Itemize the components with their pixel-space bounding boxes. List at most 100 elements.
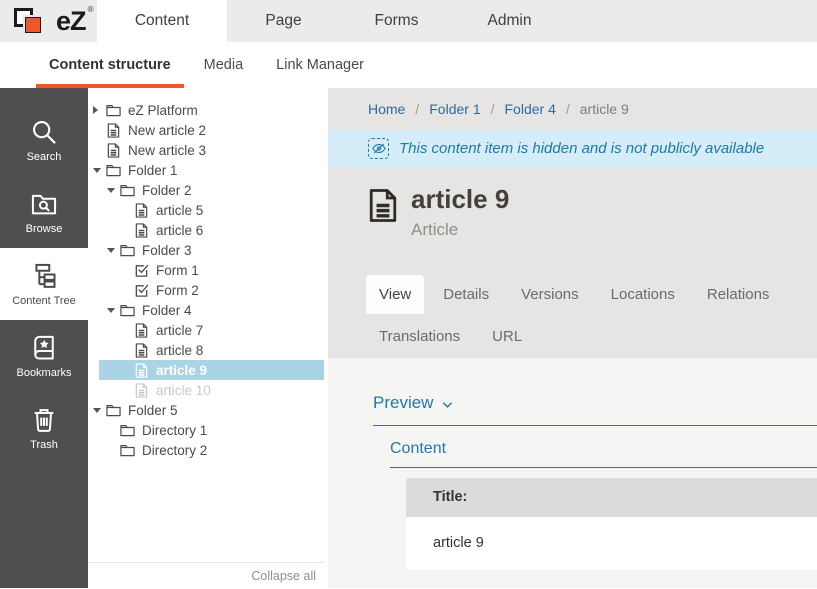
- tab-view[interactable]: View: [366, 275, 424, 314]
- sidebar-item-bookmarks[interactable]: Bookmarks: [0, 320, 88, 392]
- folder-icon: [120, 423, 135, 438]
- field-row: Title: article 9: [406, 478, 817, 570]
- tab-relations[interactable]: Relations: [694, 275, 783, 314]
- tree-item-new-article-2[interactable]: New article 2: [88, 120, 324, 140]
- ez-logo-icon: [14, 5, 50, 37]
- tree-toggle-icon[interactable]: [93, 106, 106, 114]
- tree-toggle-icon[interactable]: [93, 408, 106, 413]
- content-tree-panel: eZ Platform New article 2 New article 3 …: [88, 88, 324, 588]
- top-nav: Content Page Forms Admin: [97, 0, 817, 42]
- page-title: article 9: [411, 185, 509, 213]
- sidebar-item-label: Bookmarks: [16, 367, 71, 379]
- sidebar-item-trash[interactable]: Trash: [0, 392, 88, 464]
- article-icon: [134, 363, 149, 378]
- tree-item-label: New article 3: [128, 143, 206, 158]
- tree-item-article-6[interactable]: article 6: [88, 220, 324, 240]
- search-icon: [30, 118, 58, 146]
- sidebar-item-label: Search: [27, 151, 62, 163]
- trademark-symbol: ®: [88, 5, 93, 14]
- tree-toggle-icon[interactable]: [107, 308, 120, 313]
- sidebar-item-label: Browse: [26, 223, 63, 235]
- tree-item-article-7[interactable]: article 7: [88, 320, 324, 340]
- top-nav-tab-page[interactable]: Page: [227, 0, 340, 42]
- tree-item-label: Form 2: [156, 283, 199, 298]
- tab-versions[interactable]: Versions: [508, 275, 592, 314]
- sidebar-item-label: Content Tree: [12, 295, 76, 307]
- tree-item-form-2[interactable]: Form 2: [88, 280, 324, 300]
- article-icon: [134, 383, 149, 398]
- tree-toggle-icon[interactable]: [93, 168, 106, 173]
- tree-item-article-5[interactable]: article 5: [88, 200, 324, 220]
- sidebar-item-browse[interactable]: Browse: [0, 176, 88, 248]
- sidebar-item-content-tree[interactable]: Content Tree: [0, 248, 88, 320]
- subnav-item-link-manager[interactable]: Link Manager: [263, 42, 377, 88]
- tab-details[interactable]: Details: [430, 275, 502, 314]
- tree-toggle-icon[interactable]: [107, 188, 120, 193]
- sidebar-item-search[interactable]: Search: [0, 104, 88, 176]
- tree-item-label: article 9: [156, 363, 207, 378]
- tree-item-label: Folder 1: [128, 163, 178, 178]
- tree-item-label: article 8: [156, 343, 203, 358]
- tree-item-label: New article 2: [128, 123, 206, 138]
- tree-item-article-8[interactable]: article 8: [88, 340, 324, 360]
- tab-translations[interactable]: Translations: [366, 317, 473, 356]
- top-nav-tab-forms[interactable]: Forms: [340, 0, 453, 42]
- subnav-item-label: Media: [204, 57, 244, 73]
- breadcrumb-item-home[interactable]: Home: [368, 101, 405, 117]
- article-icon: [134, 203, 149, 218]
- tree-item-folder-4[interactable]: Folder 4: [88, 300, 324, 320]
- preview-divider: [373, 425, 817, 426]
- tab-locations[interactable]: Locations: [598, 275, 688, 314]
- tree-item-folder-1[interactable]: Folder 1: [88, 160, 324, 180]
- breadcrumb-item-folder-1[interactable]: Folder 1: [429, 101, 480, 117]
- tree-item-new-article-3[interactable]: New article 3: [88, 140, 324, 160]
- field-table: Title: article 9: [406, 478, 817, 570]
- tree-item-article-10[interactable]: article 10: [88, 380, 324, 400]
- breadcrumb-separator: /: [491, 101, 495, 117]
- article-icon: [368, 187, 398, 224]
- collapse-all-button[interactable]: Collapse all: [88, 562, 324, 588]
- tree-item-folder-5[interactable]: Folder 5: [88, 400, 324, 420]
- top-nav-tab-content[interactable]: Content: [97, 0, 227, 42]
- subnav-item-label: Content structure: [49, 57, 171, 73]
- breadcrumb-separator: /: [566, 101, 570, 117]
- tree-item-folder-3[interactable]: Folder 3: [88, 240, 324, 260]
- content-type-label: Article: [411, 220, 509, 240]
- hidden-content-notice: This content item is hidden and is not p…: [328, 130, 817, 167]
- tree-item-form-1[interactable]: Form 1: [88, 260, 324, 280]
- breadcrumb-item-folder-4[interactable]: Folder 4: [505, 101, 556, 117]
- folder-icon: [106, 163, 121, 178]
- top-nav-tab-admin[interactable]: Admin: [453, 0, 566, 42]
- top-nav-tab-label: Admin: [488, 12, 532, 30]
- tree-item-folder-2[interactable]: Folder 2: [88, 180, 324, 200]
- content-section-heading: Content: [390, 440, 446, 458]
- article-icon: [106, 143, 121, 158]
- subnav-item-media[interactable]: Media: [191, 42, 257, 88]
- tree-toggle-icon[interactable]: [107, 248, 120, 253]
- ez-logo[interactable]: eZ®: [0, 0, 97, 42]
- breadcrumb: Home/Folder 1/Folder 4/article 9: [328, 88, 817, 130]
- tree-item-directory-2[interactable]: Directory 2: [88, 440, 324, 460]
- folder-icon: [120, 243, 135, 258]
- tree-item-ez-platform[interactable]: eZ Platform: [88, 100, 324, 120]
- main-panel: Home/Folder 1/Folder 4/article 9 This co…: [328, 88, 817, 588]
- tree-item-article-9[interactable]: article 9: [88, 360, 324, 380]
- tree-item-label: article 7: [156, 323, 203, 338]
- bookmarks-icon: [30, 334, 58, 362]
- subnav-item-content-structure[interactable]: Content structure: [36, 42, 184, 88]
- folder-icon: [106, 103, 121, 118]
- breadcrumb-item-article-9: article 9: [580, 101, 629, 117]
- top-nav-tab-label: Content: [135, 12, 189, 30]
- hidden-eye-icon: [368, 138, 389, 159]
- field-value: article 9: [406, 517, 817, 570]
- sidebar-item-label: Trash: [30, 439, 58, 451]
- tree-item-label: eZ Platform: [128, 103, 198, 118]
- tree-item-directory-1[interactable]: Directory 1: [88, 420, 324, 440]
- folder-icon: [120, 443, 135, 458]
- icon-sidebar: Search Browse Content Tree Bookmarks Tra…: [0, 88, 88, 588]
- top-nav-tab-label: Page: [265, 12, 301, 30]
- tab-url[interactable]: URL: [479, 317, 535, 356]
- notice-text: This content item is hidden and is not p…: [399, 140, 764, 157]
- field-name: Title:: [406, 478, 817, 517]
- preview-section-toggle[interactable]: Preview: [373, 393, 453, 413]
